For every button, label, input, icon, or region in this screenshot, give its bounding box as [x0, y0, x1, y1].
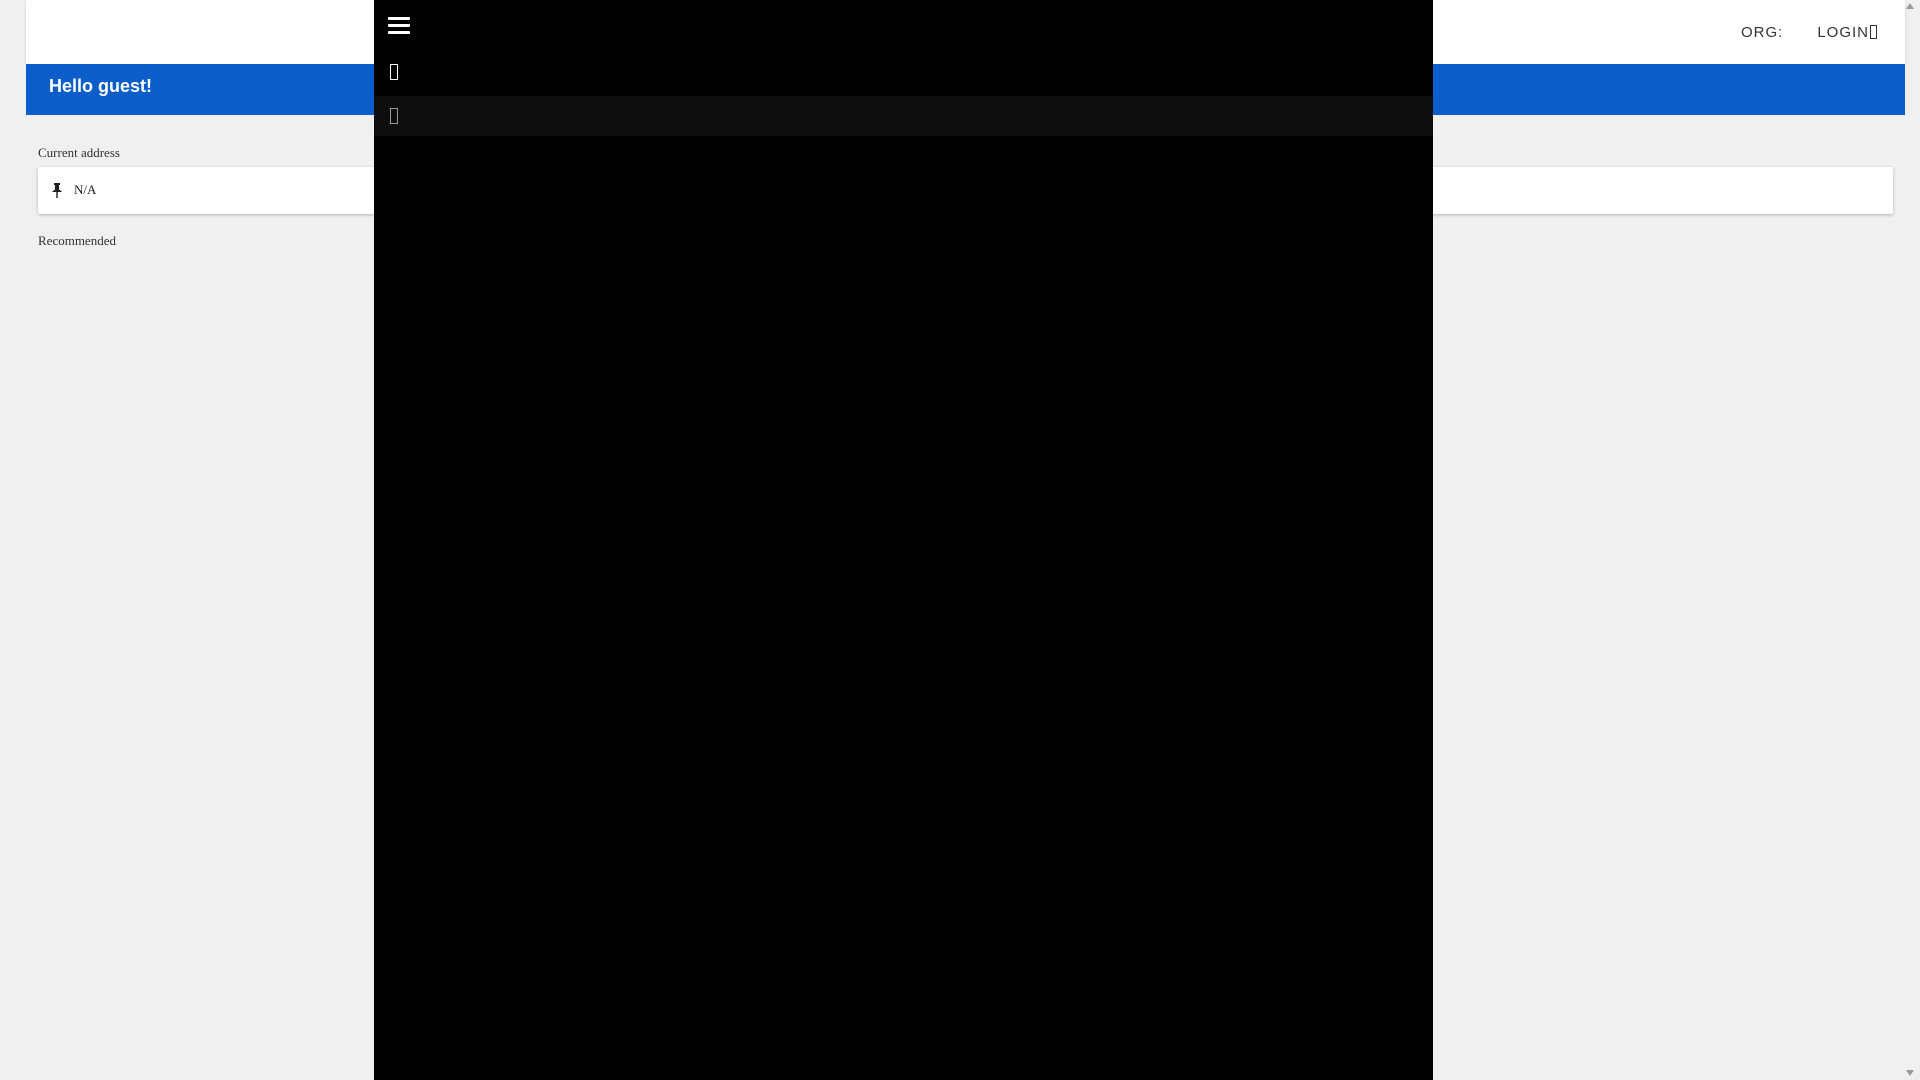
scroll-up-arrow-icon[interactable]: [1906, 3, 1914, 9]
login-label: LOGIN: [1817, 23, 1869, 41]
scroll-down-arrow-icon[interactable]: [1906, 1070, 1914, 1076]
page: ORG: LOGIN Hello guest! Current address …: [0, 0, 1920, 1080]
top-right-actions: ORG: LOGIN: [1741, 0, 1877, 64]
login-button[interactable]: LOGIN: [1817, 24, 1877, 41]
greeting-text: Hello guest!: [49, 76, 153, 96]
side-menu-panel: [374, 0, 1433, 1080]
login-icon: [1870, 25, 1877, 39]
recommended-label: Recommended: [38, 233, 116, 248]
menu-item-1[interactable]: [374, 52, 1433, 92]
menu-item-2[interactable]: [374, 96, 1433, 136]
pin-icon: [52, 183, 62, 198]
current-address-label: Current address: [38, 145, 120, 160]
hamburger-menu-icon[interactable]: [388, 17, 410, 37]
panel-item-icon: [390, 64, 398, 80]
org-selector[interactable]: ORG:: [1741, 24, 1783, 41]
org-label: ORG:: [1740, 23, 1784, 41]
panel-item-icon: [390, 108, 398, 124]
current-address-value: N/A: [74, 182, 97, 197]
